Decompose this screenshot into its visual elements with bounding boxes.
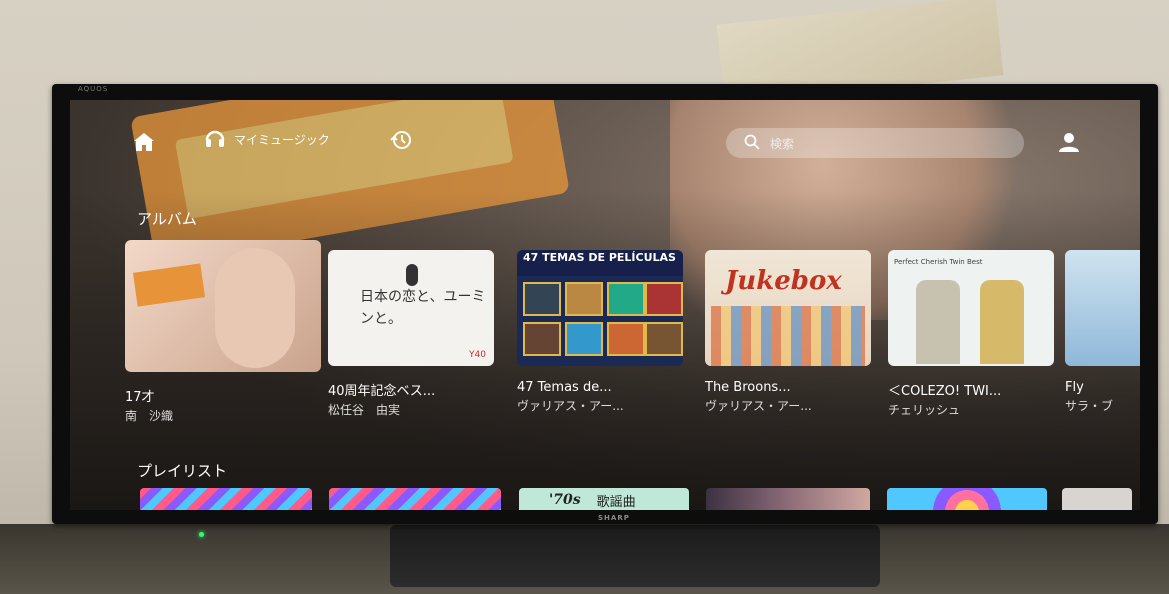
album-art-text: Jukebox xyxy=(725,266,842,296)
album-title: Fly xyxy=(1065,380,1084,395)
tv-maker-logo: SHARP xyxy=(598,514,630,522)
power-led xyxy=(199,532,204,537)
top-navigation: マイミュージック 検索 xyxy=(70,100,1140,180)
album-art: 47 TEMAS DE PELÍCULAS xyxy=(517,250,683,366)
album-artist: ヴァリアス・アー... xyxy=(517,399,624,413)
home-icon[interactable] xyxy=(132,130,156,154)
album-title: The Broons... xyxy=(705,380,791,395)
playlist-row: '70s 歌謡曲 xyxy=(140,488,1140,510)
album-art xyxy=(1065,250,1140,366)
headphones-icon xyxy=(204,128,226,151)
album-art: Perfect Cherish Twin Best xyxy=(888,250,1054,366)
album-title: 40周年記念ベス... xyxy=(328,384,436,399)
album-artist: ヴァリアス・アー... xyxy=(705,399,812,413)
playlist-card[interactable]: '70s 歌謡曲 xyxy=(519,488,689,510)
album-title: ＜COLEZO! TWI... xyxy=(888,384,1002,399)
history-icon[interactable] xyxy=(388,127,414,153)
my-music-tab[interactable]: マイミュージック xyxy=(204,128,330,151)
playlist-card[interactable] xyxy=(706,488,870,510)
album-artist: サラ・ブ xyxy=(1065,399,1114,413)
playlist-label-big: '70s xyxy=(549,492,581,508)
search-icon xyxy=(744,134,760,153)
playlist-card[interactable] xyxy=(140,488,312,510)
album-row: 17才 南 沙織 日本の恋と、ユーミンと。 Y40 40周年記念ベス... 松任… xyxy=(125,240,1140,440)
album-art-text: Perfect Cherish Twin Best xyxy=(894,258,983,266)
album-title: 17才 xyxy=(125,390,155,405)
playlist-card[interactable] xyxy=(1062,488,1132,510)
album-art-text: 47 TEMAS DE PELÍCULAS xyxy=(517,250,683,276)
album-art: Jukebox xyxy=(705,250,871,366)
playlists-section-title: プレイリスト xyxy=(137,462,228,480)
albums-section-title: アルバム xyxy=(137,210,197,228)
album-artist: チェリッシュ xyxy=(888,403,961,417)
album-card[interactable]: Perfect Cherish Twin Best ＜COLEZO! TWI..… xyxy=(888,250,1054,418)
album-card[interactable]: Jukebox The Broons... ヴァリアス・アー... xyxy=(705,250,871,414)
album-artist: 南 沙織 xyxy=(125,409,174,423)
album-card[interactable]: 17才 南 沙織 xyxy=(125,240,321,424)
tv-screen: マイミュージック 検索 アルバム 17才 南 沙織 日本の恋と、ユーミンと。 Y… xyxy=(70,100,1140,510)
playlist-card[interactable] xyxy=(887,488,1047,510)
album-title: 47 Temas de... xyxy=(517,380,612,395)
playlist-card[interactable] xyxy=(329,488,501,510)
album-art-badge: Y40 xyxy=(469,350,486,360)
album-art: 日本の恋と、ユーミンと。 Y40 xyxy=(328,250,494,366)
album-card[interactable]: 日本の恋と、ユーミンと。 Y40 40周年記念ベス... 松任谷 由実 xyxy=(328,250,494,418)
album-art xyxy=(125,240,321,372)
album-artist: 松任谷 由実 xyxy=(328,403,401,417)
tv-stand xyxy=(390,525,880,587)
search-placeholder: 検索 xyxy=(770,136,795,151)
album-card[interactable]: Fly サラ・ブ xyxy=(1065,250,1140,414)
my-music-label: マイミュージック xyxy=(234,133,330,147)
album-art-text: 日本の恋と、ユーミンと。 xyxy=(360,289,486,327)
tv-brand: AQUOS xyxy=(78,85,109,93)
search-input[interactable]: 検索 xyxy=(726,128,1024,158)
profile-icon[interactable] xyxy=(1057,130,1081,154)
album-card[interactable]: 47 TEMAS DE PELÍCULAS 47 Temas de... ヴァリ… xyxy=(517,250,683,414)
playlist-label: 歌謡曲 xyxy=(596,494,636,510)
